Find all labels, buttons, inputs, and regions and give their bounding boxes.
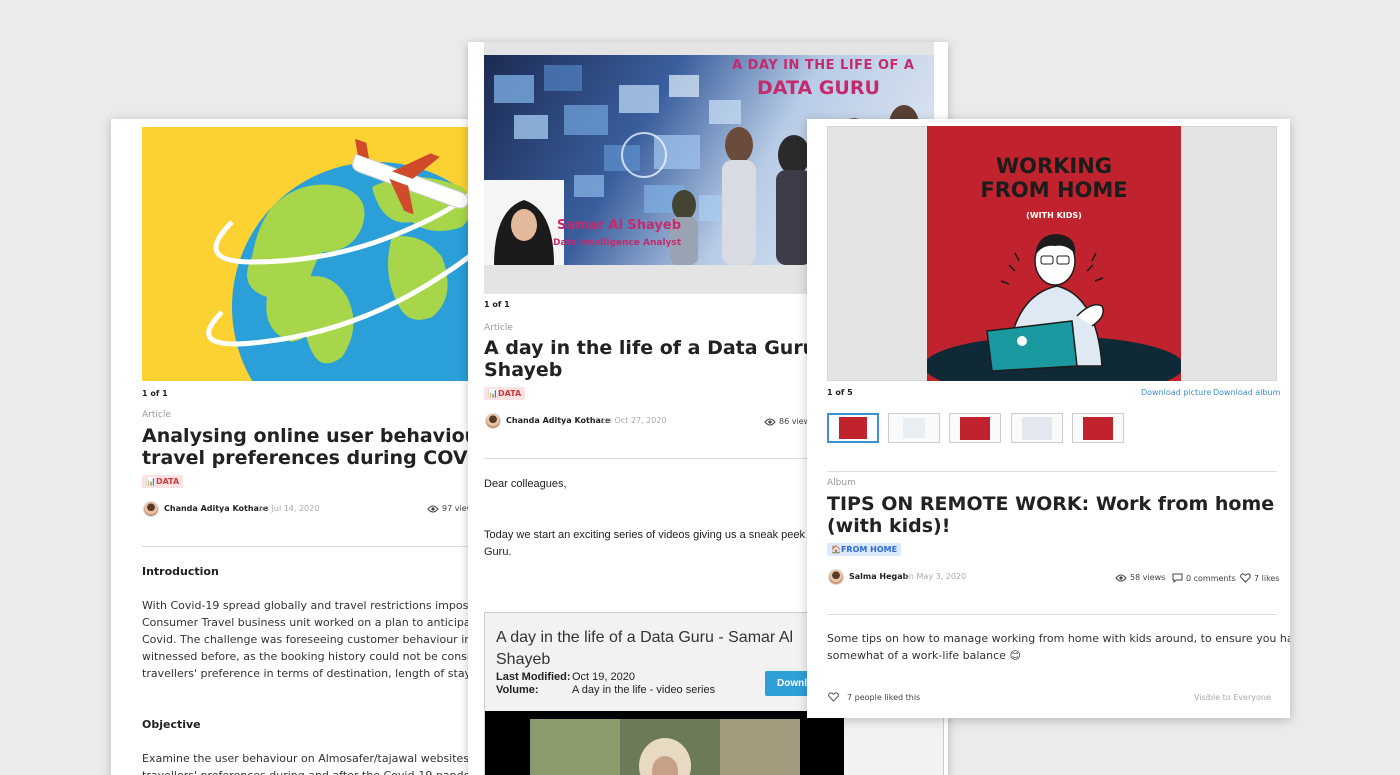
article-title-line1[interactable]: A day in the life of a Data Guru: S: [484, 337, 844, 359]
content-type-label: Album: [827, 478, 856, 488]
divider: [827, 614, 1277, 615]
view-count: 58 views: [1115, 573, 1165, 582]
heart-icon[interactable]: [828, 692, 839, 702]
download-album-link[interactable]: Download album: [1213, 388, 1280, 397]
article-card-travel[interactable]: 1 of 1 Article Analysing online user beh…: [111, 119, 491, 775]
eye-icon: [427, 505, 439, 513]
visibility-label: Visible to Everyone: [1194, 693, 1271, 702]
thumbnail-2[interactable]: [888, 413, 940, 443]
volume-label: Volume:: [496, 684, 539, 696]
article-image-travel[interactable]: [142, 127, 491, 381]
divider: [827, 471, 1277, 472]
avatar[interactable]: [828, 569, 844, 585]
embed-title-line2[interactable]: Shayeb: [496, 651, 550, 669]
embed-title-line1[interactable]: A day in the life of a Data Guru - Samar…: [496, 629, 793, 647]
post-date: on Oct 27, 2020: [602, 416, 667, 425]
section-heading-introduction: Introduction: [142, 565, 219, 578]
image-counter: 1 of 1: [142, 389, 168, 398]
download-picture-link[interactable]: Download picture: [1141, 388, 1211, 397]
thumbnail-1[interactable]: [827, 413, 879, 443]
avatar[interactable]: [485, 413, 501, 429]
banner-speaker-role: Data Intelligence Analyst: [553, 238, 682, 248]
bar-chart-icon: 📊: [146, 477, 156, 486]
comment-icon: [1172, 573, 1183, 583]
volume-value: A day in the life - video series: [572, 684, 716, 696]
divider: [142, 546, 491, 547]
thumbnail-image: [1083, 417, 1113, 440]
eye-icon: [1115, 574, 1127, 582]
like-count[interactable]: 7 likes: [1240, 573, 1280, 583]
eye-icon: [764, 418, 776, 426]
intro-paragraph: Today we start an exciting series of vid…: [484, 529, 818, 558]
post-date: on Jul 14, 2020: [259, 504, 320, 513]
last-modified-label: Last Modified:: [496, 671, 571, 683]
thumbnail-image: [1022, 417, 1052, 440]
article-title-line2[interactable]: Shayeb: [484, 359, 562, 381]
author-name[interactable]: Salma Hegab: [849, 572, 908, 581]
author-name[interactable]: Chanda Aditya Kothare: [506, 416, 610, 425]
objective-paragraph: Examine the user behaviour on Almosafer/…: [142, 752, 491, 775]
bar-chart-icon: 📊: [488, 389, 498, 398]
section-heading-objective: Objective: [142, 718, 201, 731]
thumbnail-3[interactable]: [949, 413, 1001, 443]
album-title-line1[interactable]: TIPS ON REMOTE WORK: Work from home: [827, 493, 1274, 515]
thumbnail-image: [960, 417, 990, 440]
post-date: on May 3, 2020: [904, 572, 967, 581]
thumbnail-5[interactable]: [1072, 413, 1124, 443]
banner-title-line1: A DAY IN THE LIFE OF A: [732, 58, 915, 73]
avatar[interactable]: [143, 501, 159, 517]
speaker-photo: [484, 180, 564, 265]
comment-count[interactable]: 0 comments: [1172, 573, 1236, 583]
banner-speaker-name: Samar Al Shayeb: [557, 218, 682, 233]
article-title-line1[interactable]: Analysing online user behaviour: [142, 425, 488, 447]
album-title-line2[interactable]: (with kids)!: [827, 515, 950, 537]
introduction-paragraph: With Covid-19 spread globally and travel…: [142, 599, 491, 680]
heart-icon: [1240, 573, 1251, 583]
house-icon: 🏠: [831, 545, 841, 554]
banner-title-line2: DATA GURU: [757, 77, 880, 99]
liked-by-summary[interactable]: 7 people liked this: [828, 692, 920, 702]
author-name[interactable]: Chanda Aditya Kothare: [164, 504, 268, 513]
content-type-label: Article: [142, 410, 171, 420]
image-counter: 1 of 5: [827, 388, 853, 397]
article-title-line2[interactable]: travel preferences during COVID-: [142, 447, 491, 469]
category-tag-data[interactable]: 📊DATA: [142, 475, 184, 488]
last-modified-value: Oct 19, 2020: [572, 671, 635, 683]
album-image-wfh[interactable]: WORKING FROM HOME (WITH KIDS): [927, 126, 1181, 381]
video-player[interactable]: [485, 711, 844, 775]
content-type-label: Article: [484, 323, 513, 333]
greeting-text: Dear colleagues,: [484, 478, 567, 490]
category-tag-from-home[interactable]: 🏠FROM HOME: [827, 543, 902, 556]
thumbnail-image: [903, 418, 925, 438]
album-card-remote-work[interactable]: WORKING FROM HOME (WITH KIDS) 1 of 5 Dow…: [807, 119, 1290, 718]
album-description: Some tips on how to manage working from …: [827, 632, 1290, 662]
thumbnail-image: [839, 417, 867, 439]
thumbnail-4[interactable]: [1011, 413, 1063, 443]
image-counter: 1 of 1: [484, 300, 510, 309]
category-tag-data[interactable]: 📊DATA: [484, 387, 526, 400]
